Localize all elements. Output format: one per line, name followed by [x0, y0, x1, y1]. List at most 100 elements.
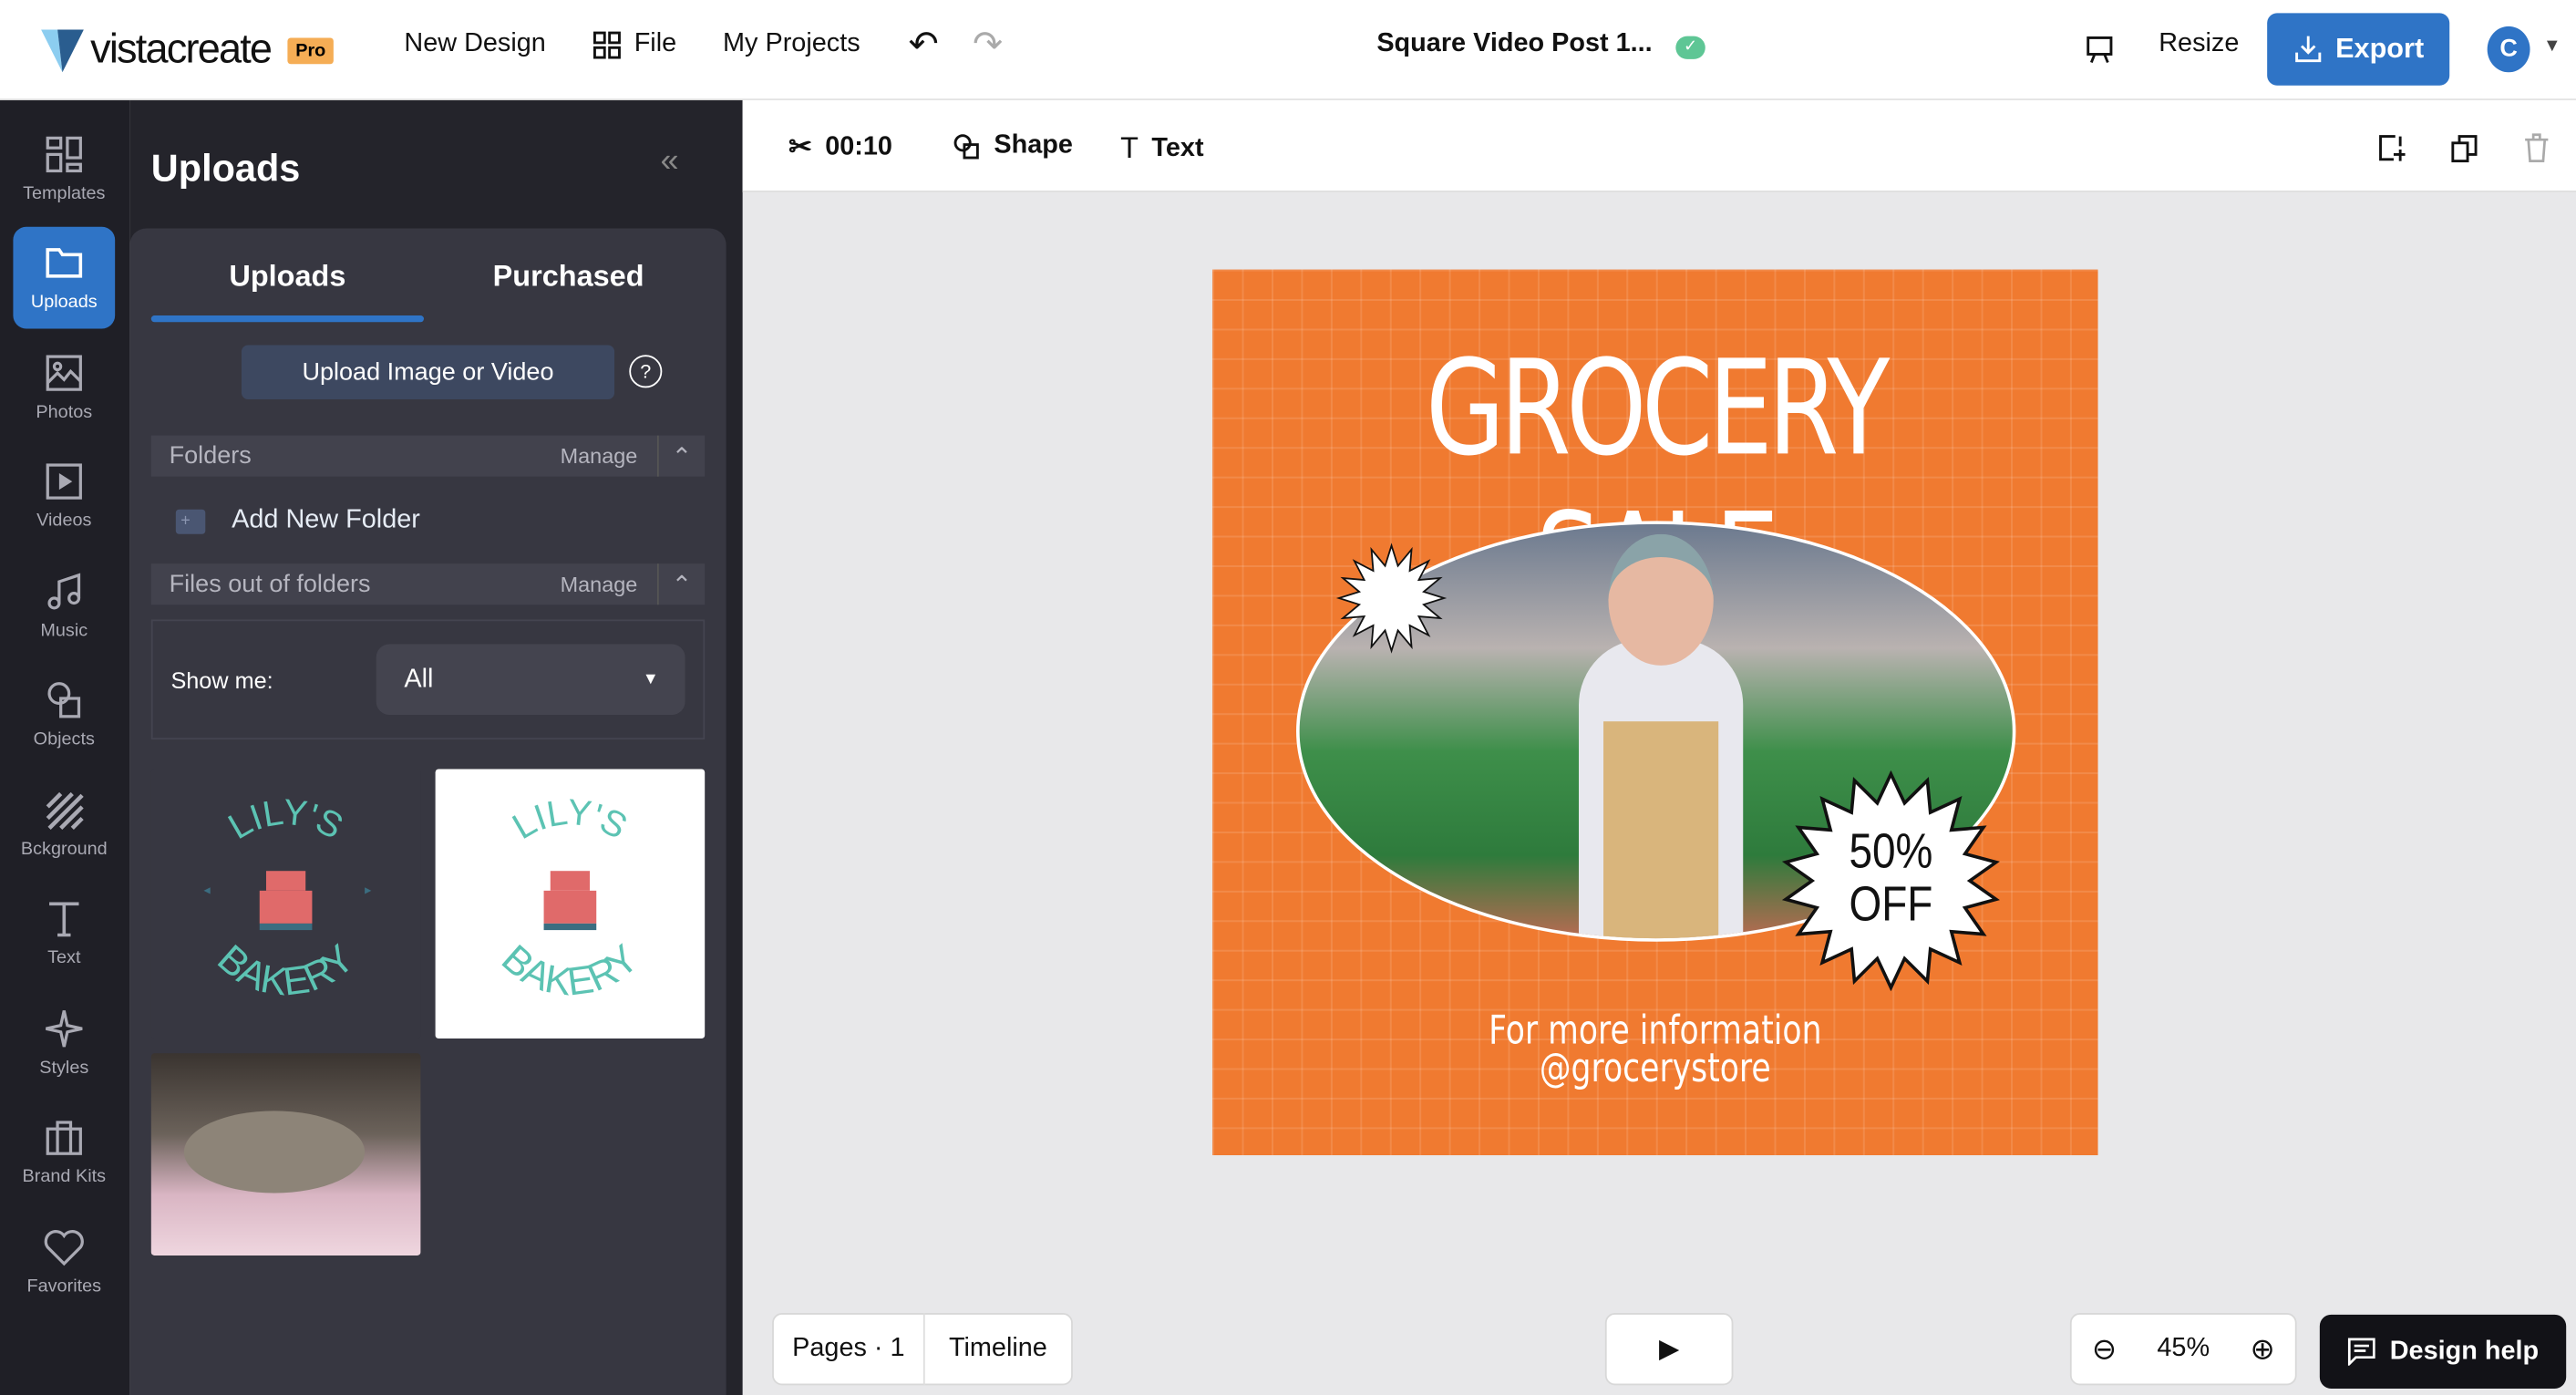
person-apron — [1603, 721, 1719, 939]
sidebar-item-photos[interactable]: Photos — [13, 336, 115, 438]
folder-plus-icon: + — [175, 508, 206, 533]
chevron-up-icon[interactable]: ⌃ — [656, 563, 705, 605]
dropdown-arrow-icon: ▼ — [642, 670, 659, 689]
collapse-panel-icon[interactable]: « — [661, 143, 679, 181]
icon-rail: Templates Uploads Photos Videos Music Objects… — [0, 99, 130, 1395]
zoom-out-icon[interactable]: ⊖ — [2092, 1332, 2117, 1367]
svg-text:LILY'S: LILY'S — [506, 792, 634, 848]
top-bar: vistacreate Pro New Design File My Proje… — [0, 0, 2576, 100]
music-icon — [47, 572, 81, 609]
sidebar-item-objects[interactable]: Objects — [13, 663, 115, 765]
brand-name: vistacreate — [90, 26, 273, 73]
sidebar-item-label: Videos — [36, 511, 92, 532]
heart-icon — [44, 1229, 84, 1266]
shape-button[interactable]: Shape — [953, 131, 1073, 160]
play-icon: ▶ — [1659, 1336, 1680, 1364]
design-help-label: Design help — [2389, 1337, 2540, 1365]
tab-uploads[interactable]: Uploads — [151, 260, 424, 294]
sidebar-item-label: Styles — [39, 1057, 89, 1078]
sidebar-item-text[interactable]: Text — [13, 882, 115, 984]
file-menu-button[interactable]: File — [592, 29, 677, 58]
sidebar-item-brand-kits[interactable]: Brand Kits — [13, 1100, 115, 1203]
zoom-in-icon[interactable]: ⊕ — [2250, 1332, 2274, 1367]
sidebar-item-bckground[interactable]: Bckground — [13, 772, 115, 874]
svg-text:BAKERY: BAKERY — [209, 936, 363, 1004]
shape-label: Shape — [994, 131, 1073, 160]
logo[interactable]: vistacreate Pro — [41, 26, 335, 74]
redo-icon[interactable]: ↷ — [973, 23, 1003, 66]
undo-icon[interactable]: ↶ — [909, 23, 939, 66]
sidebar-item-styles[interactable]: Styles — [13, 991, 115, 1093]
sidebar-item-favorites[interactable]: Favorites — [13, 1209, 115, 1311]
upload-button[interactable]: Upload Image or Video — [241, 345, 615, 399]
chevron-down-icon[interactable]: ▼ — [2543, 36, 2561, 57]
files-out-label: Files out of folders — [169, 570, 371, 599]
zoom-control: ⊖ 45% ⊕ — [2069, 1313, 2297, 1386]
canvas-toolbar: ✂ 00:10 Shape T Text — [742, 99, 2576, 192]
show-me-label: Show me: — [170, 666, 273, 694]
duration-label: 00:10 — [825, 132, 892, 161]
discount-line2: OFF — [1849, 877, 1933, 932]
help-icon[interactable]: ? — [629, 355, 663, 388]
sidebar-item-videos[interactable]: Videos — [13, 445, 115, 547]
new-design-button[interactable]: New Design — [404, 29, 545, 58]
manage-files-link[interactable]: Manage — [561, 572, 638, 596]
file-label: File — [634, 29, 677, 58]
scissors-icon: ✂ — [788, 131, 812, 163]
tab-purchased[interactable]: Purchased — [430, 260, 706, 294]
my-projects-button[interactable]: My Projects — [723, 29, 860, 58]
sidebar-item-music[interactable]: Music — [13, 553, 115, 656]
styles-icon — [46, 1009, 83, 1047]
design-canvas[interactable]: GROCERY SALE 50%OFF For more information… — [1212, 269, 2098, 1156]
show-me-select[interactable]: All ▼ — [376, 644, 685, 716]
add-page-icon[interactable] — [2377, 133, 2406, 162]
sidebar-item-label: Templates — [23, 182, 106, 203]
duplicate-page-icon[interactable] — [2449, 133, 2478, 163]
upload-thumb-cat-photo[interactable] — [150, 1053, 421, 1256]
sidebar-item-templates[interactable]: Templates — [13, 117, 115, 219]
text-label: Text — [1151, 133, 1204, 162]
play-button[interactable]: ▶ — [1604, 1313, 1734, 1386]
text-button[interactable]: T Text — [1120, 131, 1203, 166]
footer-text[interactable]: For more information @grocerystore — [1301, 1010, 2009, 1091]
folders-section-header[interactable]: Folders Manage ⌃ — [150, 435, 706, 477]
panel-title: Uploads — [150, 146, 301, 190]
files-section-header[interactable]: Files out of folders Manage ⌃ — [150, 563, 706, 605]
export-label: Export — [2335, 33, 2425, 65]
grid-icon — [592, 30, 621, 58]
export-button[interactable]: Export — [2267, 13, 2450, 86]
discount-text[interactable]: 50% OFF — [1798, 826, 1984, 932]
document-title[interactable]: Square Video Post 1... — [1376, 29, 1652, 58]
upload-thumb-logo-dark[interactable]: LILY'S BAKERY — [150, 769, 421, 1039]
svg-text:BAKERY: BAKERY — [493, 936, 647, 1004]
sidebar-item-label: Brand Kits — [22, 1166, 107, 1187]
bakery-logo: LILY'S BAKERY — [493, 792, 647, 1005]
pages-timeline-control: Pages · 1 Timeline — [772, 1313, 1073, 1386]
folder-icon — [46, 248, 83, 278]
document-title-text: Square Video Post 1... — [1376, 29, 1653, 58]
avatar[interactable]: C — [2487, 26, 2530, 73]
chevron-up-icon[interactable]: ⌃ — [656, 435, 705, 477]
footer-line2: @grocerystore — [1539, 1045, 1771, 1091]
design-help-button[interactable]: Design help — [2319, 1314, 2567, 1389]
manage-folders-link[interactable]: Manage — [561, 444, 638, 469]
brand-kit-icon — [46, 1121, 82, 1155]
timeline-button[interactable]: Timeline — [925, 1334, 1071, 1363]
upload-thumb-logo-white[interactable]: LILY'S BAKERY — [435, 769, 706, 1039]
chat-icon — [2347, 1338, 2375, 1366]
resize-button[interactable]: Resize — [2159, 29, 2239, 58]
add-new-folder-button[interactable]: + Add New Folder — [175, 506, 420, 535]
zoom-level[interactable]: 45% — [2157, 1334, 2210, 1363]
sidebar-item-label: Text — [47, 947, 81, 968]
trash-icon[interactable] — [2523, 133, 2550, 162]
video-icon — [46, 463, 82, 500]
sidebar-item-uploads[interactable]: Uploads — [13, 225, 116, 328]
templates-icon — [46, 135, 82, 172]
photo-icon — [46, 354, 82, 390]
background-icon — [46, 791, 84, 830]
pages-button[interactable]: Pages · 1 — [774, 1313, 925, 1386]
sidebar-item-label: Photos — [36, 401, 93, 422]
add-folder-label: Add New Folder — [232, 506, 420, 534]
present-icon[interactable] — [2085, 35, 2114, 64]
trim-duration-button[interactable]: ✂ 00:10 — [788, 131, 892, 164]
